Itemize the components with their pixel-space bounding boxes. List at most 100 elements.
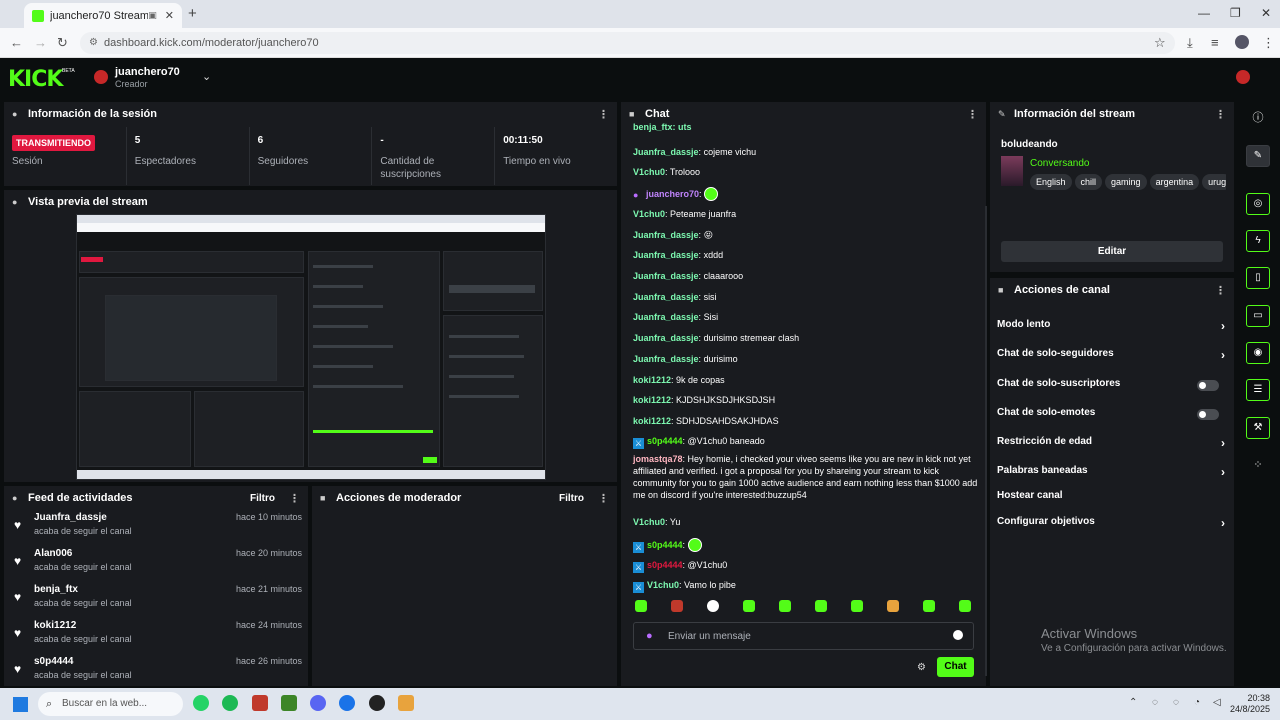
chat-username[interactable]: juanchero70 [646,189,699,199]
forward-icon[interactable]: → [34,35,47,50]
layout-icon[interactable]: ☰ [1246,379,1270,401]
channel-action-slow-mode[interactable]: Modo lento › [997,319,1225,337]
chat-username[interactable]: Juanfra_dassje [633,354,699,364]
chat-message[interactable]: V1chu0: Peteame juanfra [633,208,978,220]
chat-username[interactable]: Juanfra_dassje [633,230,699,240]
chat-username[interactable]: koki1212 [633,375,671,385]
more-tools-icon[interactable]: ⁘ [1246,454,1270,476]
app-icon[interactable] [398,695,414,711]
tag[interactable]: chill [1074,174,1103,190]
chat-username[interactable]: koki1212 [633,395,671,405]
chat-username[interactable]: V1chu0 [633,167,665,177]
feed-filter-button[interactable]: Filtro [250,493,275,504]
emote-icon[interactable] [923,600,935,612]
more-options-icon[interactable]: ⋮ [967,108,978,121]
minimize-icon[interactable]: — [1198,6,1210,20]
browser-profile-avatar[interactable] [1235,35,1249,49]
chevron-down-icon[interactable]: ⌄ [202,70,211,83]
tab-media-icon[interactable]: ▣ [148,10,157,21]
more-options-icon[interactable]: ⋮ [1215,284,1226,297]
chat-message[interactable]: Juanfra_dassje: claaarooo [633,270,978,282]
chat-message[interactable]: Juanfra_dassje: sisi [633,291,978,303]
chat-username[interactable]: Juanfra_dassje [633,250,699,260]
follower-name[interactable]: koki1212 [34,620,76,631]
discord-icon[interactable] [310,695,326,711]
tag[interactable]: urug [1202,174,1226,190]
game-icon[interactable] [252,695,268,711]
lightning-icon[interactable]: ϟ [1246,230,1270,252]
more-options-icon[interactable]: ⋮ [289,492,300,505]
chat-username[interactable]: s0p4444 [647,436,683,446]
chat-username[interactable]: jomastqa78 [633,454,683,464]
chat-username[interactable]: Juanfra_dassje [633,312,699,322]
browser-menu-icon[interactable]: ⋮ [1262,35,1275,51]
reload-icon[interactable]: ↻ [57,35,68,51]
chat-bubble-icon[interactable]: ▭ [1246,305,1270,327]
follower-name[interactable]: Alan006 [34,548,72,559]
chat-message[interactable]: Juanfra_dassje: durisimo [633,353,978,365]
back-icon[interactable]: ← [10,35,23,50]
emote-icon[interactable] [635,600,647,612]
url-field[interactable]: ⚙ dashboard.kick.com/moderator/juanchero… [80,32,1175,54]
reading-list-icon[interactable]: ≡ [1211,35,1219,50]
chat-username[interactable]: V1chu0 [633,517,665,527]
emote-icon[interactable] [959,600,971,612]
follower-name[interactable]: s0p4444 [34,656,73,667]
obs-icon[interactable] [369,695,385,711]
chat-message[interactable]: Juanfra_dassje: cojeme vichu [633,146,978,158]
channel-action-age-restriction[interactable]: Restricción de edad › [997,436,1225,454]
stream-category[interactable]: Conversando [1030,158,1089,169]
tag[interactable]: argentina [1149,174,1200,190]
tray-chevron-up-icon[interactable]: ⌃ [1129,697,1137,708]
info-icon[interactable]: ⓘ [1246,107,1270,129]
channel-action-subscribers-only[interactable]: Chat de solo-suscriptores [997,378,1225,396]
emote-icon[interactable] [851,600,863,612]
taskbar-search[interactable]: ⌕ Buscar en la web... [38,692,183,716]
chrome-icon[interactable] [339,695,355,711]
channel-action-goals[interactable]: Configurar objetivos › [997,516,1225,534]
stream-preview-video[interactable] [76,214,546,480]
chat-message[interactable]: V1chu0: Trolooo [633,166,978,178]
chat-username[interactable]: Juanfra_dassje [633,292,699,302]
emotes-only-toggle[interactable] [1197,409,1219,420]
emote-icon[interactable] [707,600,719,612]
subscribers-only-toggle[interactable] [1197,380,1219,391]
chat-message[interactable]: koki1212: 9k de copas [633,374,978,386]
more-options-icon[interactable]: ⋮ [1215,108,1226,121]
chat-message[interactable]: ⚔ s0p4444: @V1chu0 baneado [633,435,978,449]
channel-action-emotes-only[interactable]: Chat de solo-emotes [997,407,1225,425]
chat-message[interactable]: koki1212: KJDSHJKSDJHKSDJSH [633,394,978,406]
bookmark-star-icon[interactable]: ☆ [1154,35,1166,51]
close-window-icon[interactable]: ✕ [1261,6,1271,20]
chat-message[interactable]: Juanfra_dassje: 😝 [633,229,978,241]
chat-message[interactable]: ⚔ V1chu0: Vamo lo pibe [633,579,978,593]
chat-scrollbar[interactable] [985,206,987,676]
channel-action-banned-words[interactable]: Palabras baneadas › [997,465,1225,483]
mod-filter-button[interactable]: Filtro [559,493,584,504]
emote-icon[interactable] [887,600,899,612]
minecraft-icon[interactable] [281,695,297,711]
edit-pencil-icon[interactable]: ✎ [1246,145,1270,167]
chat-settings-gear-icon[interactable]: ⚙ [917,662,926,673]
chat-message[interactable]: jomastqa78: Hey homie, i checked your vi… [633,453,978,501]
follower-name[interactable]: Juanfra_dassje [34,512,107,523]
whatsapp-icon[interactable] [193,695,209,711]
chat-username[interactable]: V1chu0 [633,209,665,219]
chat-username[interactable]: s0p4444 [647,560,683,570]
volume-icon[interactable]: ◁ [1213,697,1221,708]
edit-stream-button[interactable]: Editar [1001,241,1223,262]
chat-username[interactable]: koki1212 [633,416,671,426]
kick-logo[interactable]: KICK [8,67,63,92]
document-icon[interactable]: ▯ [1246,267,1270,289]
follower-name[interactable]: benja_ftx [34,584,78,595]
channel-name[interactable]: juanchero70 [115,66,180,78]
new-tab-icon[interactable]: + [188,5,197,22]
broadcast-icon[interactable]: ◉ [1246,342,1270,364]
chat-message[interactable]: Juanfra_dassje: durisimo stremear clash [633,332,978,344]
tag[interactable]: gaming [1105,174,1147,190]
chat-username[interactable]: Juanfra_dassje [633,147,699,157]
spotify-icon[interactable] [222,695,238,711]
downloads-icon[interactable]: ⤓ [1187,35,1193,51]
chat-username[interactable]: Juanfra_dassje [633,271,699,281]
channel-action-host[interactable]: Hostear canal [997,490,1225,508]
